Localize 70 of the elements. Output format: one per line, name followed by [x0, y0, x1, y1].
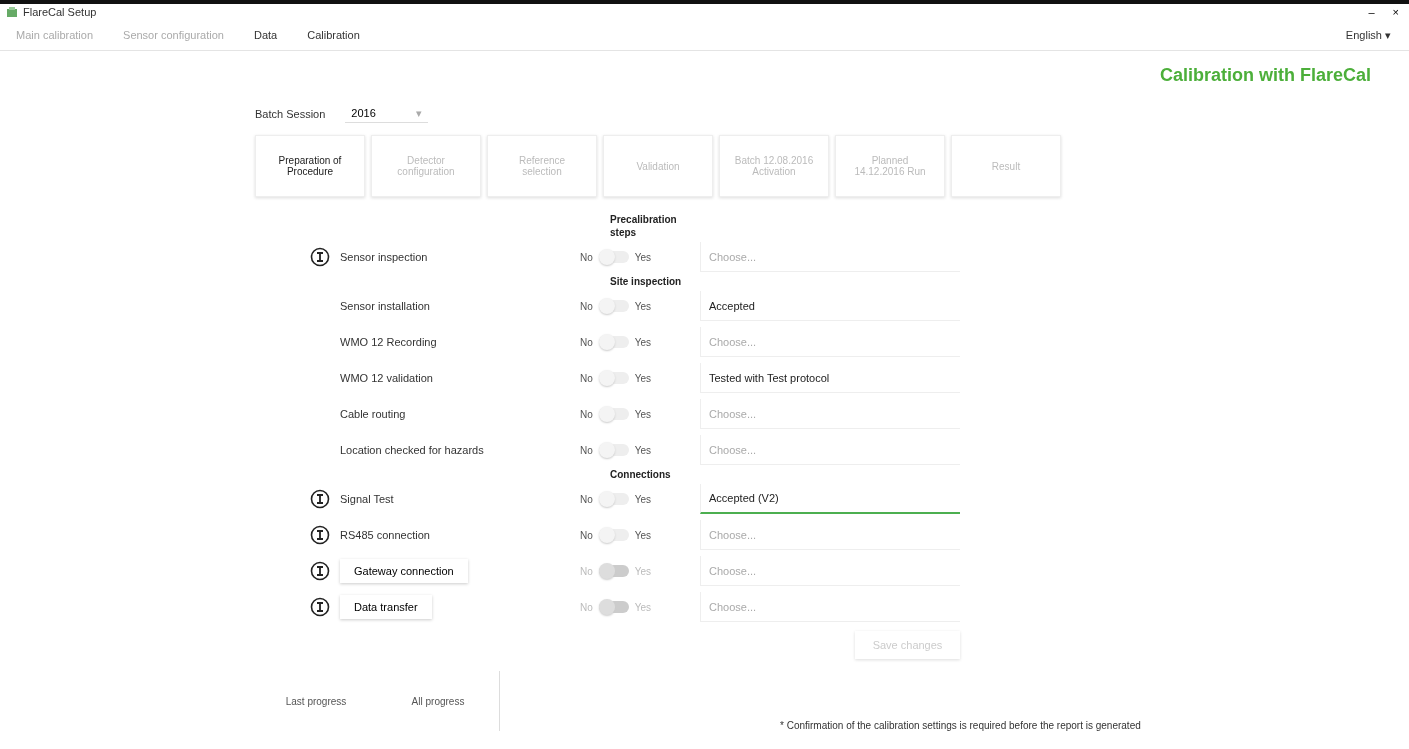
row-label: Sensor installation [340, 300, 430, 312]
toggle-switch[interactable] [598, 493, 629, 505]
yes-label: Yes [634, 529, 652, 541]
step-tab[interactable]: Detector configuration [371, 135, 481, 197]
yes-label: Yes [634, 336, 652, 348]
yes-label: Yes [634, 372, 652, 384]
select-field[interactable]: Choose... [700, 435, 960, 465]
progress-tab[interactable]: All progress [377, 694, 499, 708]
yes-label: Yes [634, 493, 652, 505]
menu-item[interactable]: Data [253, 29, 278, 41]
language-dropdown[interactable]: English ▾ [1339, 27, 1397, 43]
toggle-switch[interactable] [598, 251, 629, 263]
step-tab[interactable]: Validation [603, 135, 713, 197]
row-label: WMO 12 Recording [340, 336, 437, 348]
select-field[interactable]: Accepted (V2) [700, 484, 960, 514]
step-tab[interactable]: Reference selection [487, 135, 597, 197]
no-label: No [580, 251, 593, 263]
yes-label: Yes [634, 601, 652, 613]
yes-label: Yes [634, 408, 652, 420]
info-icon[interactable] [310, 489, 330, 509]
select-field[interactable]: Accepted [700, 291, 960, 321]
yes-label: Yes [634, 565, 652, 577]
no-label: No [580, 529, 593, 541]
no-label: No [580, 372, 593, 384]
yes-label: Yes [634, 251, 652, 263]
toggle-switch[interactable] [598, 444, 629, 456]
progress-tab[interactable]: Last progress [255, 694, 377, 708]
batch-dropdown[interactable]: 2016 ▾ [345, 105, 428, 123]
no-label: No [580, 493, 593, 505]
info-icon[interactable] [310, 247, 330, 267]
step-tab[interactable]: Batch 12.08.2016 Activation [719, 135, 829, 197]
batch-label: Batch Session [255, 108, 326, 120]
no-label: No [580, 565, 593, 577]
toggle-switch[interactable] [598, 372, 629, 384]
row-label: RS485 connection [340, 529, 430, 541]
select-field[interactable]: Choose... [700, 242, 960, 272]
section-heading: Precalibration steps [610, 213, 678, 239]
toggle-switch[interactable] [598, 336, 629, 348]
yes-label: Yes [634, 444, 652, 456]
footnote: * Confirmation of the calibration settings is required before the report is generated [780, 720, 1141, 731]
no-label: No [580, 408, 593, 420]
step-tab[interactable]: Result [951, 135, 1061, 197]
app-icon [6, 6, 18, 18]
row-label: Signal Test [340, 493, 394, 505]
window-control[interactable]: – [1364, 6, 1379, 18]
no-label: No [580, 601, 593, 613]
page-heading: Calibration with FlareCal [1159, 65, 1371, 87]
section-heading: Connections [610, 468, 672, 481]
no-label: No [580, 444, 593, 456]
row-label: Cable routing [340, 408, 406, 420]
row-label: Sensor inspection [340, 251, 428, 263]
row-label: WMO 12 validation [340, 372, 433, 384]
yes-label: Yes [634, 300, 652, 312]
select-field[interactable]: Choose... [700, 399, 960, 429]
toggle-switch[interactable] [598, 300, 629, 312]
no-label: No [580, 300, 593, 312]
section-heading: Site inspection [610, 275, 683, 288]
select-field[interactable]: Choose... [700, 520, 960, 550]
menu-item[interactable]: Calibration [307, 29, 360, 41]
toggle-switch[interactable] [598, 408, 629, 420]
select-field[interactable]: Tested with Test protocol [700, 363, 960, 393]
step-tab[interactable]: Planned 14.12.2016 Run [835, 135, 945, 197]
info-icon[interactable] [310, 525, 330, 545]
window-control[interactable]: × [1388, 6, 1403, 18]
row-label: Location checked for hazards [340, 444, 484, 456]
toggle-switch[interactable] [598, 529, 629, 541]
window-title: FlareCal Setup [23, 6, 97, 18]
select-field[interactable]: Choose... [700, 327, 960, 357]
step-tab[interactable]: Preparation of Procedure [255, 135, 365, 197]
no-label: No [580, 336, 593, 348]
